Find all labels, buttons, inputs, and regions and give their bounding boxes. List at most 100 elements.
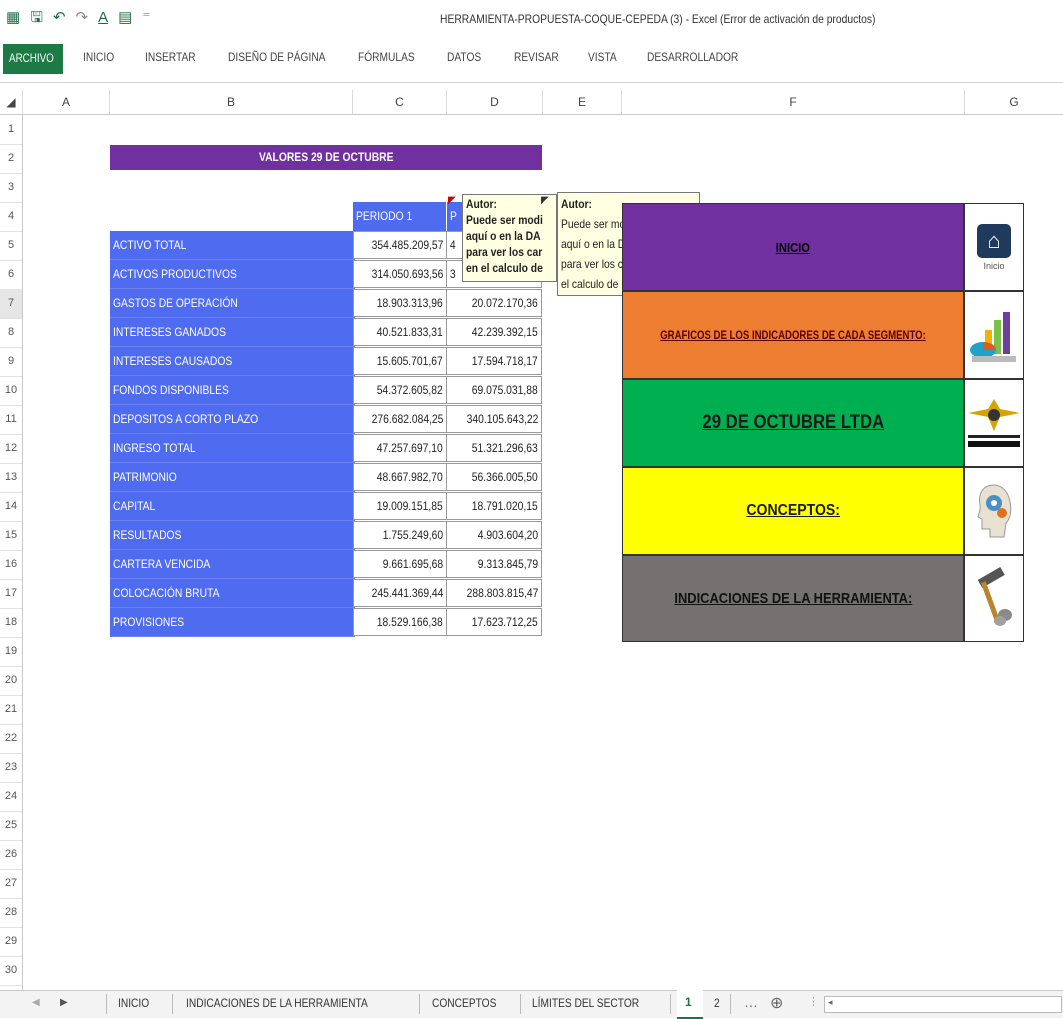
- sheet-tab-indicaciones[interactable]: INDICACIONES DE LA HERRAMIENTA: [186, 996, 368, 1010]
- tab-inicio[interactable]: INICIO: [83, 50, 114, 64]
- row-header[interactable]: 6: [0, 260, 22, 290]
- tab-splitter-icon[interactable]: ⋮: [808, 995, 819, 1008]
- scroll-right-icon[interactable]: ▶: [60, 997, 68, 1008]
- period-1-value-cell[interactable]: 47.257.697,10: [353, 434, 447, 462]
- row-header[interactable]: 20: [0, 666, 22, 696]
- period-1-value-cell[interactable]: 276.682.084,25: [353, 405, 447, 433]
- row-label-cell[interactable]: ACTIVOS PRODUCTIVOS: [110, 260, 355, 289]
- period-1-value-cell[interactable]: 1.755.249,60: [353, 521, 447, 549]
- select-all-corner[interactable]: ◢: [0, 90, 23, 114]
- nav-conceptos-image[interactable]: [964, 467, 1024, 555]
- row-header[interactable]: 21: [0, 695, 22, 725]
- period-2-value-cell[interactable]: 288.803.815,47: [446, 579, 542, 607]
- row-header[interactable]: 5: [0, 231, 22, 261]
- row-header[interactable]: 28: [0, 898, 22, 928]
- row-header[interactable]: 12: [0, 434, 22, 464]
- row-header[interactable]: 13: [0, 463, 22, 493]
- row-label-cell[interactable]: INTERESES GANADOS: [110, 318, 355, 347]
- row-label-cell[interactable]: INGRESO TOTAL: [110, 434, 355, 463]
- undo-icon[interactable]: ↶: [53, 9, 66, 27]
- row-header[interactable]: 15: [0, 521, 22, 551]
- row-header[interactable]: 3: [0, 173, 22, 203]
- period-1-value-cell[interactable]: 245.441.369,44: [353, 579, 447, 607]
- row-label-cell[interactable]: FONDOS DISPONIBLES: [110, 376, 355, 405]
- row-header[interactable]: 4: [0, 202, 22, 232]
- row-header[interactable]: 26: [0, 840, 22, 870]
- nav-graficos-button[interactable]: GRAFICOS DE LOS INDICADORES DE CADA SEGM…: [622, 291, 964, 379]
- column-header-c[interactable]: C: [353, 90, 447, 114]
- column-header-f[interactable]: F: [622, 90, 965, 114]
- period-1-value-cell[interactable]: 15.605.701,67: [353, 347, 447, 375]
- scroll-left-icon[interactable]: ◀: [32, 997, 40, 1008]
- tab-desarrollador[interactable]: DESARROLLADOR: [647, 50, 738, 64]
- redo-icon[interactable]: ↷: [76, 9, 89, 27]
- tab-revisar[interactable]: REVISAR: [514, 50, 559, 64]
- tab-diseno-de-pagina[interactable]: DISEÑO DE PÁGINA: [228, 50, 325, 64]
- period-1-value-cell[interactable]: 48.667.982,70: [353, 463, 447, 491]
- row-header[interactable]: 22: [0, 724, 22, 754]
- row-header[interactable]: 9: [0, 347, 22, 377]
- row-label-cell[interactable]: DEPOSITOS A CORTO PLAZO: [110, 405, 355, 434]
- period-1-value-cell[interactable]: 314.050.693,56: [353, 260, 447, 288]
- row-label-cell[interactable]: INTERESES CAUSADOS: [110, 347, 355, 376]
- row-label-cell[interactable]: PATRIMONIO: [110, 463, 355, 492]
- row-header[interactable]: 16: [0, 550, 22, 580]
- sheet-tab-1-active[interactable]: 1: [677, 990, 703, 1019]
- period-1-value-cell[interactable]: 9.661.695,68: [353, 550, 447, 578]
- period-1-value-cell[interactable]: 40.521.833,31: [353, 318, 447, 346]
- column-header-a[interactable]: A: [23, 90, 110, 114]
- row-header[interactable]: 27: [0, 869, 22, 899]
- sheet-tab-2[interactable]: 2: [714, 996, 720, 1010]
- nav-conceptos-button[interactable]: CONCEPTOS:: [622, 467, 964, 555]
- row-header[interactable]: 25: [0, 811, 22, 841]
- period-2-value-cell[interactable]: 9.313.845,79: [446, 550, 542, 578]
- sheet-tab-limites[interactable]: LÍMITES DEL SECTOR: [532, 996, 639, 1010]
- tab-datos[interactable]: DATOS: [447, 50, 481, 64]
- row-header[interactable]: 24: [0, 782, 22, 812]
- row-label-cell[interactable]: COLOCACIÓN BRUTA: [110, 579, 355, 608]
- column-header-g[interactable]: G: [965, 90, 1063, 114]
- nav-indicaciones-button[interactable]: INDICACIONES DE LA HERRAMIENTA:: [622, 555, 964, 642]
- column-header-b[interactable]: B: [110, 90, 353, 114]
- period-2-value-cell[interactable]: 340.105.643,22: [446, 405, 542, 433]
- period-2-value-cell[interactable]: 56.366.005,50: [446, 463, 542, 491]
- period-1-header-cell[interactable]: PERIODO 1: [353, 202, 446, 231]
- period-2-value-cell[interactable]: 4.903.604,20: [446, 521, 542, 549]
- period-1-value-cell[interactable]: 354.485.209,57: [353, 231, 447, 259]
- tab-vista[interactable]: VISTA: [588, 50, 617, 64]
- fill-icon[interactable]: ▤: [118, 9, 132, 27]
- customize-toolbar-icon[interactable]: ⁼: [142, 9, 150, 27]
- row-header[interactable]: 29: [0, 927, 22, 957]
- tab-formulas[interactable]: FÓRMULAS: [358, 50, 415, 64]
- period-2-value-cell[interactable]: 69.075.031,88: [446, 376, 542, 404]
- row-header[interactable]: 8: [0, 318, 22, 348]
- font-color-icon[interactable]: A: [98, 9, 108, 27]
- nav-graficos-image[interactable]: [964, 291, 1024, 379]
- row-label-cell[interactable]: CARTERA VENCIDA: [110, 550, 355, 579]
- row-header[interactable]: 23: [0, 753, 22, 783]
- row-header[interactable]: 1: [0, 115, 22, 145]
- row-label-cell[interactable]: RESULTADOS: [110, 521, 355, 550]
- tab-archivo[interactable]: ARCHIVO: [3, 44, 63, 74]
- period-2-value-cell[interactable]: 51.321.296,63: [446, 434, 542, 462]
- column-header-d[interactable]: D: [447, 90, 543, 114]
- sheet-tab-inicio[interactable]: INICIO: [118, 996, 149, 1010]
- period-1-value-cell[interactable]: 18.903.313,96: [353, 289, 447, 317]
- values-title-cell[interactable]: VALORES 29 DE OCTUBRE: [110, 145, 542, 170]
- row-header[interactable]: 19: [0, 637, 22, 667]
- row-header[interactable]: 11: [0, 405, 22, 435]
- period-1-value-cell[interactable]: 18.529.166,38: [353, 608, 447, 636]
- row-label-cell[interactable]: CAPITAL: [110, 492, 355, 521]
- save-icon[interactable]: 🖫: [30, 9, 43, 27]
- nav-cooperativa-button[interactable]: 29 DE OCTUBRE LTDA: [622, 379, 964, 467]
- period-1-value-cell[interactable]: 54.372.605,82: [353, 376, 447, 404]
- row-header[interactable]: 14: [0, 492, 22, 522]
- row-header-selected[interactable]: 7: [0, 289, 22, 319]
- period-1-value-cell[interactable]: 19.009.151,85: [353, 492, 447, 520]
- new-sheet-icon[interactable]: ⊕: [770, 993, 783, 1013]
- nav-indicaciones-image[interactable]: [964, 555, 1024, 642]
- period-2-value-cell[interactable]: 18.791.020,15: [446, 492, 542, 520]
- nav-inicio-image[interactable]: ⌂ Inicio: [964, 203, 1024, 291]
- tab-insertar[interactable]: INSERTAR: [145, 50, 196, 64]
- row-header[interactable]: 17: [0, 579, 22, 609]
